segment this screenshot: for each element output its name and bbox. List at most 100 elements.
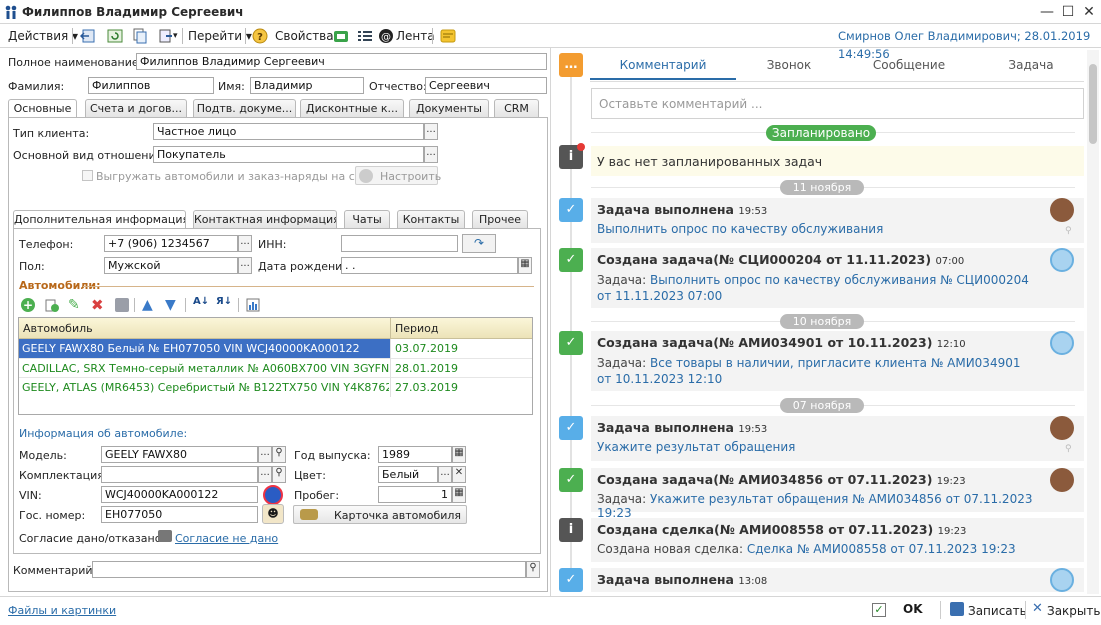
- help-icon[interactable]: ?: [252, 28, 268, 44]
- pin-icon[interactable]: ⚲: [1065, 444, 1072, 454]
- panel-splitter[interactable]: [550, 48, 551, 596]
- feed-tab-comment[interactable]: Комментарий: [590, 58, 736, 80]
- col-period-header[interactable]: Период: [395, 322, 439, 335]
- close-window-icon[interactable]: ✕: [1080, 3, 1098, 21]
- add-copy-icon[interactable]: [45, 298, 59, 312]
- car-card-button[interactable]: Карточка автомобиля: [293, 505, 467, 524]
- scrollbar-thumb[interactable]: [1089, 64, 1097, 144]
- subtab-chats[interactable]: Чаты: [344, 210, 390, 228]
- relation-input[interactable]: Покупатель: [153, 146, 424, 163]
- firstname-input[interactable]: Владимир: [250, 77, 364, 94]
- mileage-input[interactable]: 1: [378, 486, 452, 503]
- setup-button[interactable]: Настроить: [355, 166, 441, 185]
- gender-input[interactable]: Мужской: [104, 257, 238, 274]
- inn-input[interactable]: [341, 235, 458, 252]
- back-icon[interactable]: [79, 28, 96, 44]
- complect-select-button[interactable]: ...: [258, 466, 272, 483]
- properties-button[interactable]: Свойства: [275, 27, 334, 45]
- report-icon[interactable]: [246, 298, 260, 312]
- subtab-additional[interactable]: Дополнительная информация: [13, 210, 186, 229]
- relation-select-button[interactable]: ...: [424, 146, 438, 163]
- structure-dropdown-icon[interactable]: ▾: [173, 27, 178, 45]
- color-select-button[interactable]: ...: [438, 466, 452, 483]
- phone-select-button[interactable]: ...: [238, 235, 252, 252]
- close-button[interactable]: Закрыть: [1047, 604, 1100, 618]
- event-link[interactable]: Все товары в наличии, пригласите клиента…: [597, 356, 1020, 386]
- vin-input[interactable]: WCJ40000KA000122: [101, 486, 258, 503]
- move-up-icon[interactable]: ▲: [142, 297, 153, 313]
- table-row[interactable]: CADILLAC, SRX Темно-серый металлик № А06…: [19, 358, 532, 377]
- model-input[interactable]: GEELY FAWX80: [101, 446, 258, 463]
- save-button[interactable]: Записать: [968, 604, 1027, 618]
- pin-icon[interactable]: ⚲: [1065, 226, 1072, 236]
- plate-input[interactable]: ЕН077050: [101, 506, 258, 523]
- add-icon[interactable]: +: [21, 298, 35, 312]
- feed-button[interactable]: Лента: [396, 27, 435, 45]
- complect-input[interactable]: [101, 466, 258, 483]
- move-down-icon[interactable]: ▼: [165, 297, 176, 313]
- sort-asc-icon[interactable]: A↓: [193, 296, 209, 307]
- comment-box[interactable]: Оставьте комментарий ...: [591, 88, 1084, 119]
- subtab-contacts[interactable]: Контакты: [397, 210, 465, 228]
- model-search-icon[interactable]: ⚲: [272, 446, 286, 463]
- tab-basic[interactable]: Основные: [8, 99, 77, 118]
- comment-input[interactable]: [92, 561, 526, 578]
- sort-desc-icon[interactable]: Я↓: [216, 296, 232, 307]
- phone-input[interactable]: +7 (906) 1234567: [104, 235, 238, 252]
- subtab-contact-info[interactable]: Контактная информация: [193, 210, 337, 228]
- feed-tab-task[interactable]: Задача: [976, 58, 1086, 80]
- inn-lookup-icon[interactable]: ↷: [462, 234, 496, 253]
- color-clear-icon[interactable]: ✕: [452, 466, 466, 483]
- note-icon[interactable]: [440, 28, 456, 44]
- tab-documents[interactable]: Документы: [409, 99, 489, 117]
- comment-search-icon[interactable]: ⚲: [526, 561, 540, 578]
- tab-discount[interactable]: Дисконтные к...: [300, 99, 404, 117]
- list-icon[interactable]: [357, 28, 373, 44]
- gender-select-button[interactable]: ...: [238, 257, 252, 274]
- client-type-select-button[interactable]: ...: [424, 123, 438, 140]
- feed-tab-message[interactable]: Сообщение: [852, 58, 966, 80]
- complect-search-icon[interactable]: ⚲: [272, 466, 286, 483]
- files-link[interactable]: Файлы и картинки: [8, 604, 116, 617]
- export-checkbox[interactable]: [82, 170, 93, 181]
- tab-accounts[interactable]: Счета и догов...: [85, 99, 187, 117]
- table-row[interactable]: GEELY FAWX80 Белый № ЕН077050 VIN WCJ400…: [19, 339, 532, 358]
- structure-icon[interactable]: [158, 28, 174, 44]
- birthdate-input[interactable]: . .: [341, 257, 518, 274]
- year-input[interactable]: 1989: [378, 446, 452, 463]
- save-icon[interactable]: [950, 602, 964, 616]
- post-check-icon[interactable]: ✓: [872, 603, 886, 617]
- tab-confirm-docs[interactable]: Подтв. докуме...: [193, 99, 296, 117]
- delete-icon[interactable]: ✖: [91, 296, 105, 314]
- vin-decode-icon[interactable]: [263, 485, 283, 505]
- feed-icon[interactable]: @: [378, 28, 394, 44]
- minimize-icon[interactable]: —: [1038, 3, 1056, 21]
- middlename-input[interactable]: Сергеевич: [425, 77, 547, 94]
- event-link[interactable]: Выполнить опрос по качеству обслуживания…: [597, 273, 1029, 303]
- lastname-input[interactable]: Филиппов: [88, 77, 214, 94]
- event-link[interactable]: Сделка № АМИ008558 от 07.11.2023 19:23: [747, 542, 1016, 556]
- consent-link[interactable]: Согласие не дано: [175, 532, 278, 545]
- ok-button[interactable]: OK: [903, 602, 923, 616]
- calendar-icon[interactable]: ▦: [518, 257, 532, 274]
- copy-icon[interactable]: [132, 28, 148, 44]
- calculator-icon[interactable]: ▦: [452, 486, 466, 503]
- model-select-button[interactable]: ...: [258, 446, 272, 463]
- feed-tab-call[interactable]: Звонок: [736, 58, 842, 80]
- maximize-icon[interactable]: ☐: [1059, 3, 1077, 21]
- goto-menu[interactable]: Перейти ▾: [188, 27, 252, 45]
- plate-search-icon[interactable]: ☻: [262, 504, 284, 524]
- actions-menu[interactable]: Действия ▾: [8, 27, 78, 45]
- edit-icon[interactable]: ✎: [68, 297, 82, 313]
- subtab-other[interactable]: Прочее: [472, 210, 528, 228]
- refresh-icon[interactable]: [107, 28, 123, 44]
- event-link[interactable]: Укажите результат обращения: [597, 440, 795, 454]
- fullname-input[interactable]: Филиппов Владимир Сергеевич: [136, 53, 547, 70]
- phone-icon[interactable]: [333, 28, 349, 44]
- close-icon[interactable]: ✕: [1032, 601, 1043, 616]
- table-row[interactable]: GEELY, ATLAS (MR6453) Серебристый № В122…: [19, 377, 532, 396]
- tab-crm[interactable]: CRM: [494, 99, 539, 117]
- event-link[interactable]: Укажите результат обращения № АМИ034856 …: [597, 492, 1032, 520]
- color-input[interactable]: Белый: [378, 466, 438, 483]
- feed-scrollbar[interactable]: [1087, 50, 1099, 594]
